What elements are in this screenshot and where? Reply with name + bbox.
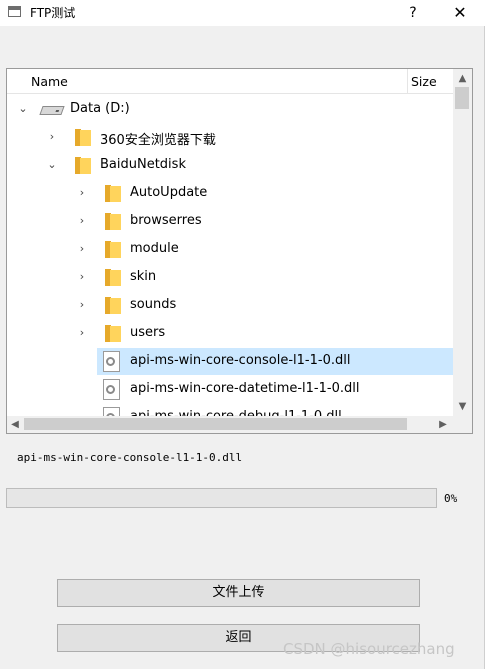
upload-progress-bar — [6, 488, 437, 508]
close-button[interactable]: ✕ — [446, 0, 474, 26]
scroll-up-icon[interactable]: ▲ — [453, 71, 472, 87]
horizontal-scrollbar[interactable]: ◀ ▶ — [7, 416, 453, 433]
tree-row-label: 360安全浏览器下载 — [100, 133, 216, 148]
chevron-right-icon[interactable]: › — [76, 186, 88, 200]
chevron-down-icon[interactable]: ⌄ — [46, 158, 58, 172]
tree-row-label: Data (D:) — [70, 101, 130, 116]
tree-row-folder[interactable]: › AutoUpdate — [7, 180, 453, 207]
folder-icon — [105, 297, 121, 314]
gear-icon — [106, 357, 115, 366]
watermark: CSDN @hisourcezhang — [283, 640, 455, 658]
tree-row-data-drive[interactable]: ⌄ Data (D:) — [7, 96, 453, 123]
tree-header: Name Size — [7, 69, 453, 94]
selected-file-label: api-ms-win-core-console-l1-1-0.dll — [17, 451, 243, 464]
column-header-size[interactable]: Size — [411, 74, 437, 89]
window-title: FTP测试 — [30, 6, 76, 20]
folder-icon — [105, 269, 121, 286]
tree-row-label: AutoUpdate — [130, 185, 208, 200]
tree-row-label: users — [130, 325, 166, 340]
horizontal-scroll-thumb[interactable] — [24, 418, 407, 430]
folder-icon — [75, 157, 91, 174]
folder-icon — [75, 129, 91, 146]
drive-icon — [39, 106, 65, 115]
file-tree[interactable]: Name Size ⌄ Data (D:) › 360安全浏览器下载 ⌄ Bai… — [6, 68, 473, 434]
tree-row-label: skin — [130, 269, 157, 284]
chevron-down-icon[interactable]: ⌄ — [17, 102, 29, 116]
tree-row-label: module — [130, 241, 179, 256]
chevron-right-icon[interactable]: › — [76, 326, 88, 340]
tree-row-folder[interactable]: › browserres — [7, 208, 453, 235]
column-header-name[interactable]: Name — [31, 74, 68, 89]
upload-button[interactable]: 文件上传 — [57, 579, 420, 607]
vertical-scrollbar[interactable]: ▲ ▼ — [453, 69, 472, 416]
scroll-left-icon[interactable]: ◀ — [7, 416, 23, 433]
tree-row-folder[interactable]: ⌄ BaiduNetdisk — [7, 152, 453, 179]
folder-icon — [105, 213, 121, 230]
chevron-right-icon[interactable]: › — [76, 298, 88, 312]
vertical-scroll-thumb[interactable] — [455, 87, 469, 109]
help-button[interactable]: ? — [400, 0, 426, 26]
dll-file-icon — [103, 379, 120, 400]
chevron-right-icon[interactable]: › — [76, 270, 88, 284]
dll-file-icon — [103, 351, 120, 372]
tree-row-file[interactable]: api-ms-win-core-datetime-l1-1-0.dll — [7, 376, 453, 403]
tree-row-label: api-ms-win-core-console-l1-1-0.dll — [130, 353, 351, 368]
tree-row-folder[interactable]: › 360安全浏览器下载 — [7, 124, 453, 151]
tree-row-folder[interactable]: › users — [7, 320, 453, 347]
chevron-right-icon[interactable]: › — [76, 214, 88, 228]
gear-icon — [106, 385, 115, 394]
scroll-down-icon[interactable]: ▼ — [453, 399, 472, 415]
tree-row-file-selected[interactable]: api-ms-win-core-console-l1-1-0.dll — [7, 348, 453, 375]
tree-row-folder[interactable]: › sounds — [7, 292, 453, 319]
tree-row-folder[interactable]: › skin — [7, 264, 453, 291]
tree-row-label: api-ms-win-core-datetime-l1-1-0.dll — [130, 381, 360, 396]
progress-percent: 0% — [444, 492, 458, 505]
column-divider[interactable] — [407, 69, 408, 93]
title-bar: FTP测试 ? ✕ — [0, 0, 485, 26]
scroll-right-icon[interactable]: ▶ — [435, 416, 451, 433]
chevron-right-icon[interactable]: › — [46, 130, 58, 144]
tree-row-label: BaiduNetdisk — [100, 157, 186, 172]
folder-icon — [105, 241, 121, 258]
scrollbar-corner — [453, 416, 472, 433]
folder-icon — [105, 325, 121, 342]
tree-row-label: browserres — [130, 213, 202, 228]
window-app-icon — [8, 6, 21, 17]
chevron-right-icon[interactable]: › — [76, 242, 88, 256]
tree-row-label: sounds — [130, 297, 177, 312]
tree-row-folder[interactable]: › module — [7, 236, 453, 263]
folder-icon — [105, 185, 121, 202]
